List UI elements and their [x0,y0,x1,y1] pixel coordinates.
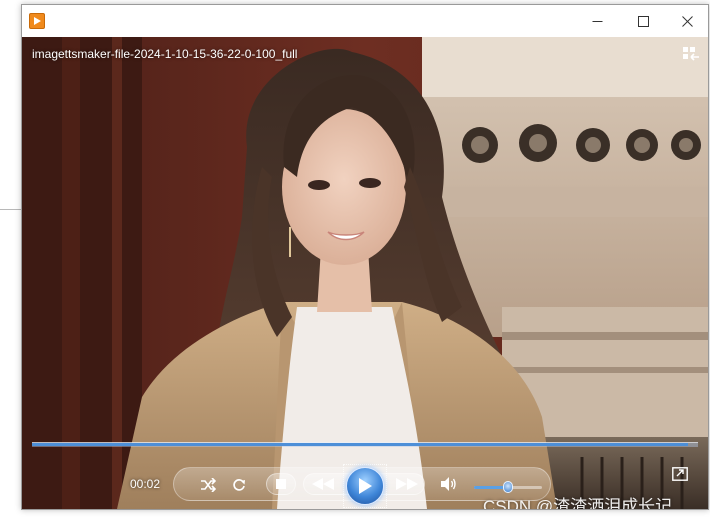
fullscreen-icon [672,467,688,481]
minimize-button[interactable] [574,5,620,37]
stop-button[interactable] [271,475,291,493]
seek-progress-fill [32,443,688,446]
next-icon [396,478,418,490]
switch-to-library-button[interactable] [682,46,700,62]
screen: imagettsmaker-file-2024-1-10-15-36-22-0-… [0,0,710,519]
next-button[interactable] [394,475,420,493]
mute-button[interactable] [439,475,459,493]
video-frame [22,37,708,509]
play-icon [359,478,372,494]
shuffle-icon [201,478,216,492]
media-player-window: imagettsmaker-file-2024-1-10-15-36-22-0-… [21,4,709,510]
repeat-button[interactable] [229,475,249,495]
minimize-icon [592,20,602,22]
media-player-icon [29,13,45,29]
elapsed-time: 00:02 [130,477,161,491]
previous-button[interactable] [310,475,336,493]
close-icon [681,15,693,27]
video-area[interactable]: imagettsmaker-file-2024-1-10-15-36-22-0-… [22,37,708,509]
title-bar[interactable] [22,5,708,37]
watermark-text: CSDN @渣渣洒泪成长记 [483,497,673,509]
maximize-icon [637,15,649,27]
repeat-icon [233,479,245,491]
background-window-edge [0,0,21,210]
fullscreen-button[interactable] [672,467,688,481]
play-button[interactable] [346,467,384,505]
stop-icon [276,479,286,489]
maximize-button[interactable] [620,5,666,37]
close-button[interactable] [664,5,710,37]
previous-icon [312,478,334,490]
volume-icon [441,477,456,491]
shuffle-button[interactable] [198,475,218,495]
switch-to-library-icon [683,47,699,61]
file-title: imagettsmaker-file-2024-1-10-15-36-22-0-… [32,47,298,61]
seek-bar[interactable] [32,442,698,447]
